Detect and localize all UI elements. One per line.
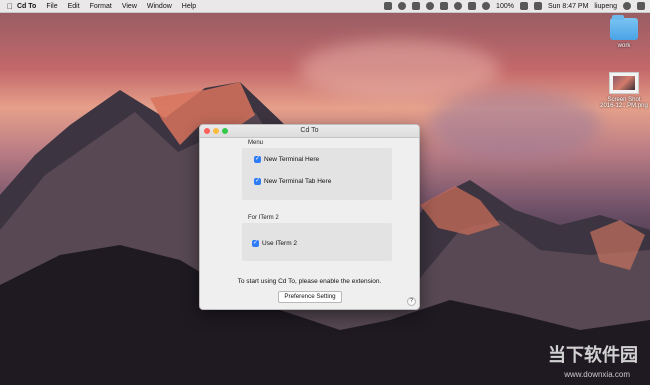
option-label: New Terminal Here [264,156,320,163]
zoom-icon[interactable] [222,128,228,134]
cloud-icon[interactable] [384,2,393,10]
checkbox-icon[interactable]: ✓ [254,156,261,163]
status-area: 100% Sun 8:47 PM liupeng [384,0,645,12]
image-file-icon [609,72,639,94]
menu-bar:  Cd To File Edit Format View Window Hel… [0,0,650,13]
option-label: Use ITerm 2 [262,240,298,247]
window-titlebar[interactable]: Cd To [200,125,419,138]
watermark-logo: 当下软件园 [548,345,638,365]
folder-icon [610,15,638,40]
search-icon[interactable] [623,2,631,10]
checkbox-icon[interactable]: ✓ [254,178,261,185]
apple-icon[interactable]:  [3,2,17,11]
desktop-icon-label: work [617,43,631,49]
flag-icon[interactable] [533,2,542,10]
menu-section-label: Menu [248,140,264,146]
close-icon[interactable] [204,128,210,134]
new-terminal-tab-here-option[interactable]: ✓ New Terminal Tab Here [254,178,331,185]
user-name[interactable]: liupeng [594,3,617,10]
iterm-section-label: For ITerm 2 [248,215,279,221]
desktop-icon-work[interactable]: work [596,15,650,49]
display-icon[interactable] [468,2,477,10]
watermark-url: www.downxia.com [564,370,630,379]
new-terminal-here-option[interactable]: ✓ New Terminal Here [254,156,319,163]
wifi-icon[interactable] [454,2,463,10]
qq-icon[interactable] [412,2,421,10]
enable-extension-notice: To start using Cd To, please enable the … [237,278,382,285]
menu-format[interactable]: Format [90,3,112,10]
menu-view[interactable]: View [122,3,137,10]
clock[interactable]: Sun 8:47 PM [548,3,588,10]
battery-percent[interactable]: 100% [496,3,514,10]
desktop-icon-screenshot[interactable]: Screen Shot 2016-12...PM.png [596,72,650,109]
checkbox-icon[interactable]: ✓ [252,240,259,247]
option-label: New Terminal Tab Here [264,178,332,185]
preference-setting-button[interactable]: Preference Setting [278,291,342,303]
wechat-icon[interactable] [398,2,407,10]
sync-icon[interactable] [426,2,435,10]
menu-file[interactable]: File [46,3,57,10]
window-controls [204,128,228,134]
volume-icon[interactable] [482,2,491,10]
notification-icon[interactable] [637,2,645,10]
use-iterm2-option[interactable]: ✓ Use ITerm 2 [252,240,297,247]
menu-help[interactable]: Help [182,3,196,10]
minimize-icon[interactable] [213,128,219,134]
menu-app-name[interactable]: Cd To [17,3,36,10]
cdto-window: Cd To Menu ✓ New Terminal Here ✓ New Ter… [199,124,420,310]
battery-icon[interactable] [519,2,528,10]
menu-window[interactable]: Window [147,3,172,10]
menu-edit[interactable]: Edit [68,3,80,10]
window-title: Cd To [300,127,319,134]
help-icon[interactable]: ? [407,297,416,306]
bluetooth-icon[interactable] [440,2,449,10]
desktop-icon-label: Screen Shot 2016-12...PM.png [600,97,648,109]
